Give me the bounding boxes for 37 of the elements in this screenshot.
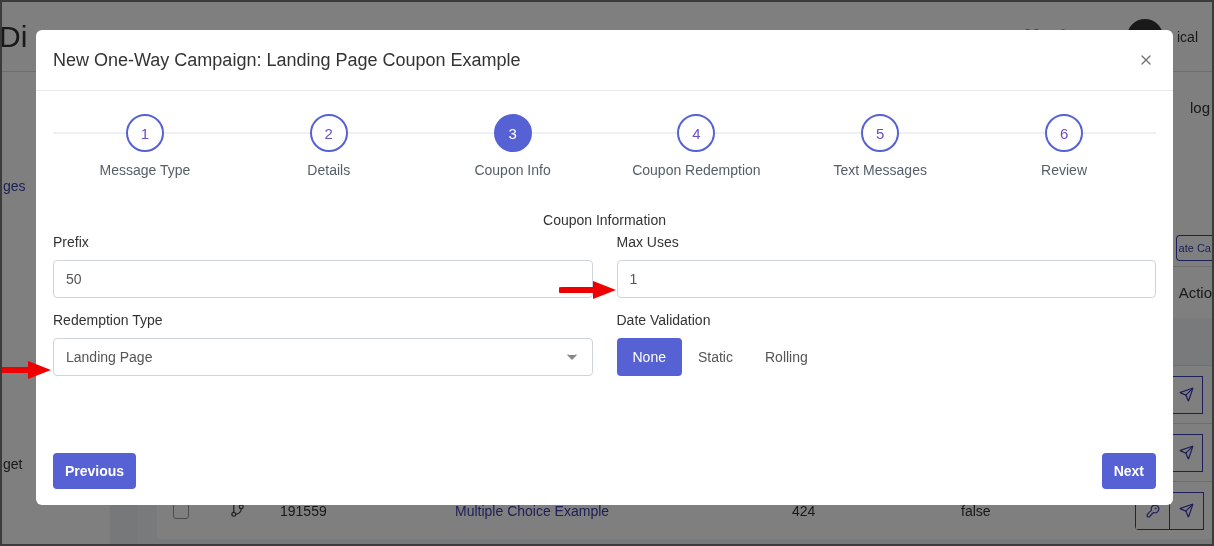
step-number[interactable]: 2: [309, 114, 348, 152]
previous-button[interactable]: Previous: [53, 453, 137, 489]
field-label: Redemption Type: [53, 312, 164, 328]
page-title: Di: [2, 19, 28, 54]
table-cell-text: false: [960, 502, 992, 519]
step-label: Text Messages: [833, 162, 927, 178]
table-cell-text: 191559: [279, 502, 328, 519]
next-button[interactable]: Next: [1101, 453, 1156, 489]
field-label: Max Uses: [616, 234, 680, 250]
redemption-type-select[interactable]: Landing Page: [53, 338, 593, 376]
step-number[interactable]: 4: [677, 114, 716, 152]
table-cell-text: 424: [791, 502, 817, 519]
prefix-field[interactable]: 50: [53, 260, 593, 298]
campaign-link[interactable]: Multiple Choice Example: [442, 502, 779, 519]
step-label: Coupon Redemption: [632, 162, 761, 178]
section-title: Coupon Information: [542, 212, 667, 228]
step-label: Coupon Info: [474, 162, 551, 178]
max-uses-field[interactable]: 1: [616, 260, 1156, 298]
step-number[interactable]: 6: [1045, 114, 1084, 152]
modal-title: New One-Way Campaign: Landing Page Coupon Example: [53, 49, 521, 71]
step-number[interactable]: 3: [493, 114, 532, 152]
date-validation-option[interactable]: None: [616, 338, 682, 376]
step-number[interactable]: 5: [861, 114, 900, 152]
date-validation-option[interactable]: Rolling: [749, 338, 824, 376]
date-validation-option[interactable]: Static: [681, 338, 749, 376]
step-label: Message Type: [99, 162, 191, 178]
tab[interactable]: log: [1189, 98, 1210, 116]
step-number[interactable]: 1: [125, 114, 164, 152]
create-button[interactable]: ate Ca: [1175, 235, 1212, 261]
user-name: ical: [1177, 28, 1198, 45]
step-label: Details: [307, 162, 351, 178]
field-label: Prefix: [53, 234, 90, 250]
column-header: Actio: [1178, 284, 1212, 301]
step-label: Review: [1041, 162, 1087, 178]
field-label: Date Validation: [616, 312, 712, 328]
sidebar-item[interactable]: ges: [3, 178, 26, 194]
sidebar-item[interactable]: get: [3, 456, 23, 472]
